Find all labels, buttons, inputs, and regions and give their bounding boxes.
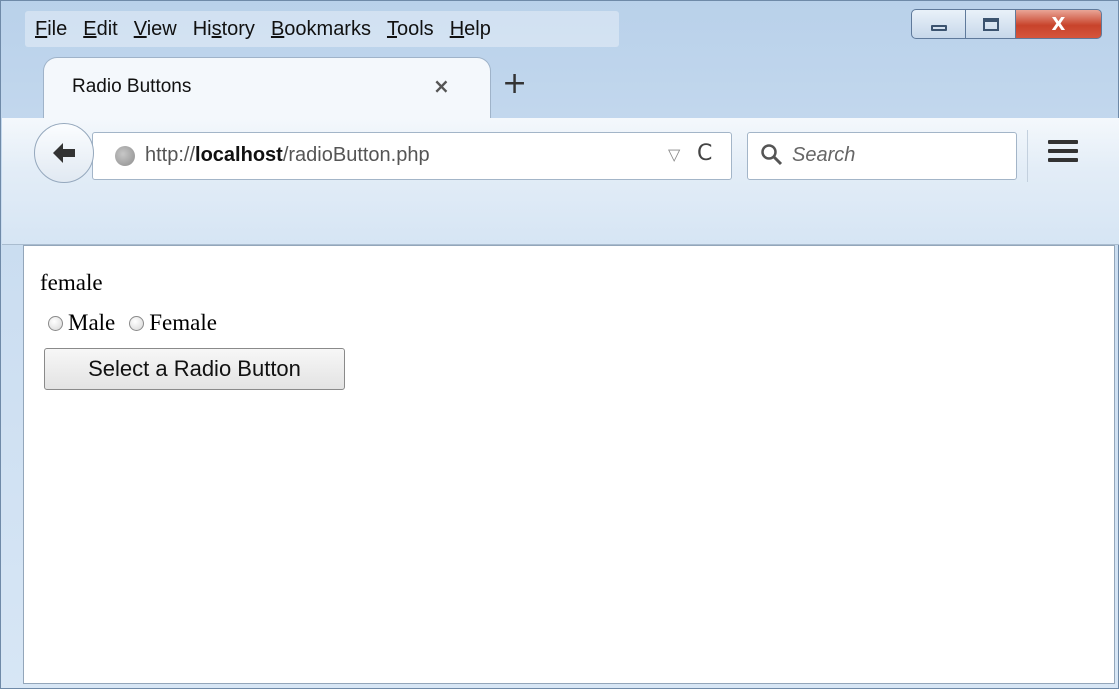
radio-female-label[interactable]: Female: [149, 310, 217, 336]
menu-edit-key: E: [83, 18, 97, 40]
menu-file-key: F: [35, 18, 48, 40]
globe-icon: [115, 146, 135, 166]
minimize-icon: [930, 25, 947, 31]
url-scheme: http://: [145, 144, 196, 166]
menu-history-rest: tory: [221, 18, 255, 40]
menu-history[interactable]: History: [185, 11, 263, 47]
menu-tools-key: T: [386, 18, 397, 40]
url-bar[interactable]: http://localhost/radioButton.php ▽ C: [92, 132, 732, 180]
new-tab-button[interactable]: +: [502, 69, 527, 99]
menu-view[interactable]: View: [126, 11, 185, 47]
radio-male[interactable]: [48, 315, 63, 331]
menu-edit[interactable]: Edit: [75, 11, 125, 47]
menu-hamburger-icon[interactable]: [1048, 140, 1078, 162]
close-icon: X: [1051, 13, 1066, 35]
hamburger-line: [1048, 158, 1078, 162]
hamburger-line: [1048, 140, 1078, 144]
menu-bookmarks[interactable]: Bookmarks: [263, 11, 379, 47]
url-host: localhost: [195, 144, 283, 166]
reload-icon[interactable]: C: [697, 141, 712, 166]
toolbar-separator: [1027, 130, 1028, 182]
search-bar[interactable]: Search: [747, 132, 1017, 180]
menu-help-key: H: [449, 18, 465, 40]
url-path: /radioButton.php: [282, 144, 430, 166]
select-radio-button[interactable]: Select a Radio Button: [44, 348, 345, 390]
menu-tools[interactable]: Tools: [379, 11, 442, 47]
back-button[interactable]: [34, 123, 94, 183]
menu-history-prefix: Hi: [192, 18, 212, 40]
search-icon: [761, 144, 783, 166]
menu-view-key: V: [133, 18, 147, 40]
menu-file[interactable]: File: [25, 11, 75, 47]
menu-view-rest: iew: [146, 18, 177, 40]
menu-tools-rest: ools: [396, 18, 434, 40]
radio-group: Male Female: [44, 310, 227, 336]
menu-bookmarks-rest: ookmarks: [284, 18, 371, 40]
navigation-toolbar: http://localhost/radioButton.php ▽ C Sea…: [2, 118, 1119, 245]
radio-female[interactable]: [129, 315, 145, 331]
search-placeholder: Search: [792, 144, 856, 166]
url-text[interactable]: http://localhost/radioButton.php: [145, 144, 430, 167]
tab-radio-buttons[interactable]: Radio Buttons ×: [43, 57, 491, 120]
menu-bookmarks-key: B: [270, 18, 285, 40]
menu-help[interactable]: Help: [442, 11, 499, 47]
minimize-button[interactable]: [911, 9, 966, 39]
close-window-button[interactable]: X: [1016, 9, 1102, 39]
menu-history-key: s: [211, 18, 222, 40]
history-dropdown-icon[interactable]: ▽: [668, 145, 680, 164]
page-content: female Male Female Select a Radio Button: [23, 245, 1115, 684]
maximize-icon: [982, 17, 999, 31]
tab-close-icon[interactable]: ×: [433, 74, 450, 98]
tab-title: Radio Buttons: [72, 76, 192, 97]
maximize-button[interactable]: [966, 9, 1016, 39]
selected-value-text: female: [40, 270, 103, 295]
hamburger-line: [1048, 149, 1078, 153]
menu-bar: File Edit View History Bookmarks Tools H…: [25, 11, 619, 47]
back-arrow-icon: [53, 143, 75, 163]
menu-help-rest: elp: [464, 18, 491, 40]
window-controls: X: [911, 9, 1102, 39]
radio-male-label[interactable]: Male: [68, 310, 115, 336]
menu-edit-rest: dit: [96, 18, 118, 40]
menu-file-rest: ile: [47, 18, 68, 40]
browser-window: File Edit View History Bookmarks Tools H…: [0, 0, 1119, 689]
